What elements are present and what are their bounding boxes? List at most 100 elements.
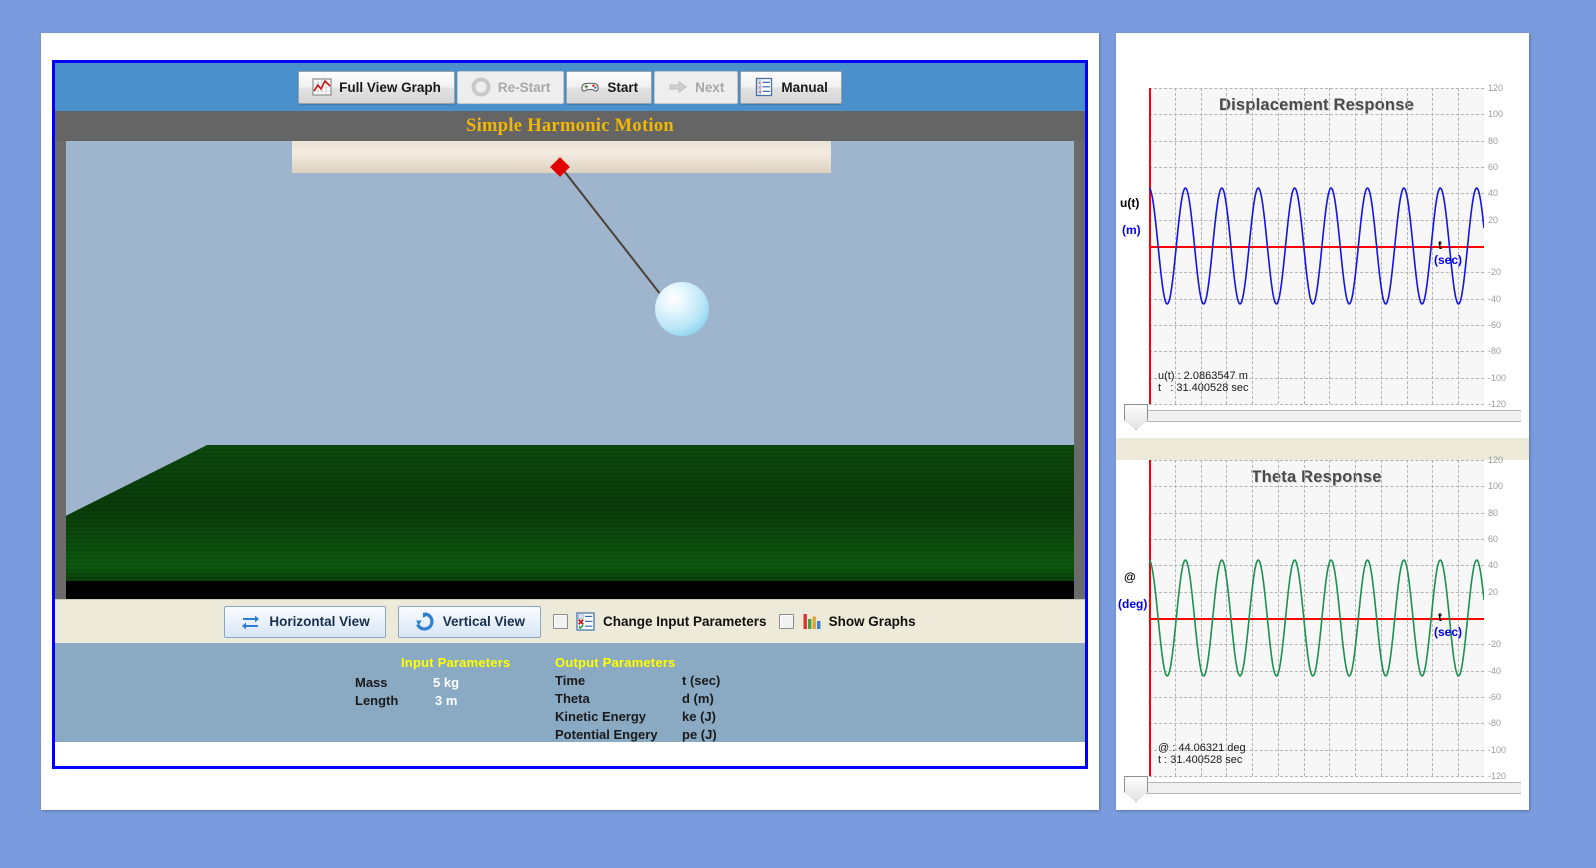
output-label-potential-energy: Potential Engery — [555, 727, 658, 742]
manual-label: Manual — [781, 80, 828, 95]
input-parameters-heading: Input Parameters — [401, 655, 510, 670]
y-axis-tick-label: -100 — [1488, 745, 1526, 755]
input-label-mass: Mass — [355, 675, 388, 690]
change-input-parameters-checkbox[interactable] — [553, 614, 568, 629]
y-axis-tick-label: 20 — [1488, 215, 1526, 225]
scene-canvas[interactable] — [66, 141, 1074, 599]
y-axis-tick-label: -60 — [1488, 692, 1526, 702]
page-title: Simple Harmonic Motion — [55, 111, 1085, 141]
y-axis-tick-label: -120 — [1488, 399, 1526, 409]
list-document-icon: 123 — [754, 77, 774, 97]
desktop-background: Full View Graph Re-Start — [0, 0, 1596, 868]
theta-scrollbar[interactable] — [1126, 782, 1521, 794]
y-axis-tick-label: 120 — [1488, 455, 1526, 465]
y-axis-tick-label: -120 — [1488, 771, 1526, 781]
arrow-right-icon — [668, 77, 688, 97]
form-checklist-icon — [575, 611, 596, 632]
displacement-plot-wrap: Displacement Response 12010080604020-20-… — [1116, 88, 1529, 404]
theta-readout: @ : 44.06321 deg t : 31.400528 sec — [1158, 742, 1246, 767]
y-axis-tick-label: -100 — [1488, 373, 1526, 383]
displacement-readout: u(t) : 2.0863547 m t : 31.400528 sec — [1158, 370, 1249, 395]
horizontal-view-label: Horizontal View — [269, 614, 369, 629]
y-axis-tick-label: -40 — [1488, 666, 1526, 676]
y-axis-tick-label: -80 — [1488, 718, 1526, 728]
simulation-window: Full View Graph Re-Start — [41, 33, 1099, 810]
theta-x-axis-label: t — [1438, 610, 1442, 624]
y-axis-tick-label: -80 — [1488, 346, 1526, 356]
pendulum-string — [560, 166, 660, 293]
output-label-time: Time — [555, 673, 585, 688]
displacement-response-panel: Displacement Response 12010080604020-20-… — [1116, 88, 1529, 438]
restart-label: Re-Start — [498, 80, 551, 95]
y-axis-tick-label: 120 — [1488, 83, 1526, 93]
y-axis-tick-label: 60 — [1488, 534, 1526, 544]
full-view-graph-label: Full View Graph — [339, 80, 441, 95]
show-graphs-checkbox[interactable] — [779, 614, 794, 629]
show-graphs-label: Show Graphs — [829, 614, 916, 629]
y-axis-tick-label: 20 — [1488, 587, 1526, 597]
output-unit-time: t (sec) — [682, 673, 720, 688]
refresh-circular-icon — [414, 611, 435, 632]
y-axis-tick-label: -20 — [1488, 639, 1526, 649]
simulation-frame: Full View Graph Re-Start — [52, 60, 1088, 769]
parameters-panel: Input Parameters Output Parameters Mass … — [55, 643, 1085, 742]
theta-plot[interactable]: Theta Response 12010080604020-20-40-60-8… — [1149, 460, 1484, 776]
change-input-parameters-label: Change Input Parameters — [603, 614, 767, 629]
y-axis-tick-label: 40 — [1488, 560, 1526, 570]
y-axis-tick-label: 100 — [1488, 481, 1526, 491]
vertical-view-button[interactable]: Vertical View — [398, 606, 541, 638]
simulation-viewport[interactable]: >: Start the experiment and observe the … — [55, 141, 1085, 599]
show-graphs-group[interactable]: Show Graphs — [779, 611, 916, 632]
waveform-series — [1149, 88, 1484, 404]
next-button[interactable]: Next — [654, 71, 738, 104]
y-axis-tick-label: 80 — [1488, 508, 1526, 518]
full-view-graph-button[interactable]: Full View Graph — [298, 71, 455, 104]
pendulum-bob[interactable] — [655, 282, 709, 336]
input-label-length: Length — [355, 693, 398, 708]
horizontal-view-button[interactable]: Horizontal View — [224, 606, 385, 638]
gamepad-icon — [580, 77, 600, 97]
displacement-y-axis-unit: (m) — [1122, 223, 1141, 237]
displacement-scroll-thumb[interactable] — [1124, 404, 1148, 430]
panel-divider — [1116, 438, 1529, 460]
displacement-plot[interactable]: Displacement Response 12010080604020-20-… — [1149, 88, 1484, 404]
output-label-theta: Theta — [555, 691, 590, 706]
graphs-window: Displacement Response 12010080604020-20-… — [1116, 33, 1529, 810]
theta-scroll-thumb[interactable] — [1124, 776, 1148, 802]
theta-y-axis-label: @ — [1124, 570, 1136, 584]
y-axis-tick-label: 40 — [1488, 188, 1526, 198]
y-axis-tick-label: 80 — [1488, 136, 1526, 146]
input-value-mass: 5 kg — [433, 675, 459, 690]
theta-response-panel: Theta Response 12010080604020-20-40-60-8… — [1116, 460, 1529, 810]
change-input-parameters-group[interactable]: Change Input Parameters — [553, 611, 767, 632]
next-label: Next — [695, 80, 724, 95]
theta-plot-wrap: Theta Response 12010080604020-20-40-60-8… — [1116, 460, 1529, 776]
displacement-x-axis-label: t — [1438, 238, 1442, 252]
gridline-horizontal — [1149, 404, 1484, 405]
output-label-kinetic-energy: Kinetic Energy — [555, 709, 646, 724]
waveform-series — [1149, 460, 1484, 776]
manual-button[interactable]: 123 Manual — [740, 71, 842, 104]
displacement-y-axis-label: u(t) — [1120, 196, 1139, 210]
y-axis-tick-label: 60 — [1488, 162, 1526, 172]
bar-chart-icon — [801, 611, 822, 632]
toolbar: Full View Graph Re-Start — [55, 63, 1085, 111]
restart-circle-icon — [471, 77, 491, 97]
start-button[interactable]: Start — [566, 71, 652, 104]
floor-strip — [66, 581, 1074, 599]
gridline-horizontal — [1149, 776, 1484, 777]
line-chart-icon — [312, 77, 332, 97]
input-value-length: 3 m — [435, 693, 457, 708]
y-axis-tick-label: 100 — [1488, 109, 1526, 119]
output-unit-theta: d (m) — [682, 691, 714, 706]
theta-y-axis-unit: (deg) — [1118, 597, 1147, 611]
ground-plane — [66, 445, 1074, 581]
output-unit-kinetic-energy: ke (J) — [682, 709, 716, 724]
vertical-view-label: Vertical View — [443, 614, 525, 629]
output-parameters-heading: Output Parameters — [555, 655, 675, 670]
displacement-scrollbar[interactable] — [1126, 410, 1521, 422]
restart-button[interactable]: Re-Start — [457, 71, 565, 104]
y-axis-tick-label: -40 — [1488, 294, 1526, 304]
y-axis-tick-label: -20 — [1488, 267, 1526, 277]
theta-x-axis-unit: (sec) — [1434, 625, 1462, 639]
